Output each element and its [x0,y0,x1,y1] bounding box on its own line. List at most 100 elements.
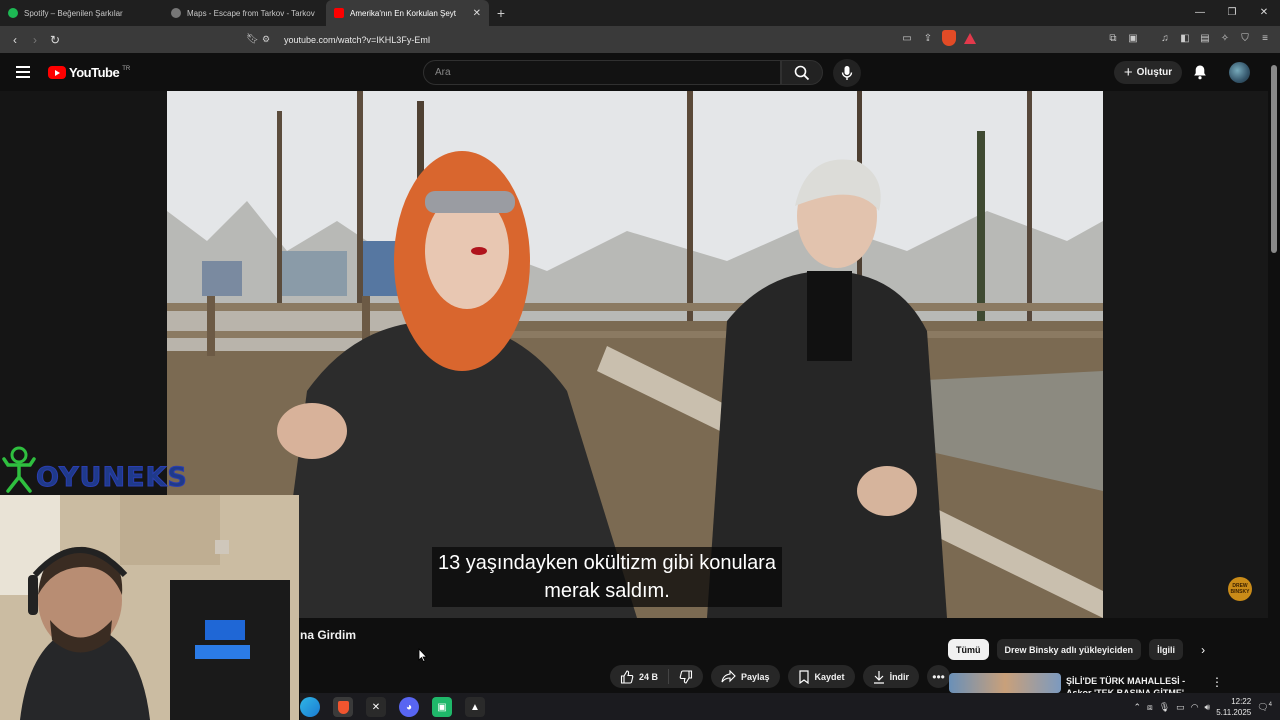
notifications-button[interactable] [1192,64,1208,85]
create-button[interactable]: + Oluştur [1114,61,1182,84]
dislike-button[interactable] [669,665,703,688]
more-horizontal-icon: ••• [932,669,945,684]
channel-watermark[interactable]: DREW BINSKY [1228,577,1252,601]
search-button[interactable] [781,60,823,85]
edge-icon[interactable] [300,697,320,717]
more-vertical-icon[interactable]: ⋮ [1211,675,1223,689]
youtube-header: YouTube TR Ara + Oluştur [0,53,1268,91]
plus-icon: + [1123,64,1133,81]
chat-app-icon[interactable]: ▣ [432,697,452,717]
thumbs-up-icon [620,669,634,684]
sidebar-icon[interactable]: ◧ [1178,31,1192,45]
streamer-logo: OYUNEKS [2,445,188,494]
video-frame-image [167,91,1103,618]
download-label: İndir [889,671,910,682]
minimize-button[interactable]: — [1184,0,1216,26]
share-arrow-icon [721,670,736,683]
share-label: Paylaş [741,671,770,682]
tab-youtube-video[interactable]: Amerika'nın En Korkulan Şeyt ✕ [326,0,489,26]
recommended-title-line: ŞİLİ'DE TÜRK MAHALLESİ - [1066,676,1186,686]
chevron-right-icon[interactable]: › [1201,643,1205,657]
subtitle-line: 13 yaşındayken okültizm gibi konulara [438,552,776,574]
site-settings-icon[interactable]: ⚙ [262,34,280,45]
chip-all[interactable]: Tümü [948,639,989,660]
like-button[interactable]: 24 B [610,665,668,688]
screen: Spotify – Beğenilen Şarkılar Maps - Esca… [0,0,1280,720]
discord-icon[interactable]: ◕ [399,697,419,717]
webcam-overlay [0,495,299,720]
extensions-icon[interactable]: ⧉ [1106,31,1120,45]
share-button[interactable]: Paylaş [711,665,780,688]
chevron-up-icon[interactable]: ⌃ [1133,702,1141,713]
menu-icon[interactable]: ≡ [1258,31,1272,45]
clock-date: 5.11.2025 [1216,708,1252,717]
leo-ai-icon[interactable]: ✧ [1218,31,1232,45]
close-window-button[interactable]: ✕ [1248,0,1280,26]
thumbs-down-icon [679,669,693,684]
wifi-icon[interactable]: ◠ [1191,702,1199,713]
tab-tarkov-maps[interactable]: Maps - Escape from Tarkov - Tarkov [163,0,326,26]
back-icon[interactable]: ‹ [5,33,25,47]
url-field[interactable]: 🔖︎ ⚙ youtube.com/watch?v=IKHL3Fy-EmI [246,29,996,50]
voice-search-button[interactable] [833,59,861,87]
brave-icon[interactable] [333,697,353,717]
reload-icon[interactable]: ↻ [45,33,65,47]
close-tab-icon[interactable]: ✕ [473,8,481,19]
stickman-logo-icon [2,446,36,493]
video-actions: 24 B Paylaş Kaydet İndir ••• [610,665,951,688]
tab-spotify[interactable]: Spotify – Beğenilen Şarkılar [0,0,163,26]
clock[interactable]: 12:22 5.11.2025 [1216,696,1251,718]
new-tab-button[interactable]: + [489,5,513,21]
notification-count: 4 [1268,701,1272,708]
window-controls: — ❐ ✕ [1184,0,1280,26]
cast-icon[interactable]: ▭ [900,31,914,45]
microphone-tray-icon[interactable]: 🎙︎ [1159,702,1170,713]
volume-icon[interactable]: 🔊︎ [1205,702,1211,713]
region-label: TR [122,65,131,72]
youtube-logo[interactable]: YouTube TR [48,65,130,80]
related-filter-chips: Tümü Drew Binsky adlı yükleyiciden İlgil… [948,639,1205,660]
notifications-tray-icon[interactable]: 🗨︎4 [1257,702,1272,713]
chip-related[interactable]: İlgili [1149,639,1184,660]
page-scrollbar[interactable] [1268,53,1280,693]
search-input[interactable]: Ara [423,60,781,85]
bookmark-icon[interactable]: 🔖︎ [246,34,262,45]
like-count: 24 B [639,671,659,682]
guide-menu-icon[interactable] [16,66,30,78]
more-actions-button[interactable]: ••• [927,665,951,688]
streamer-brand-text: OYUNEKS [36,462,188,494]
spotify-icon [8,8,18,18]
display-icon[interactable]: ▭ [1176,702,1185,713]
save-button[interactable]: Kaydet [787,665,855,688]
watch-metadata: na Girdim 24 B Paylaş Kaydet İndir ••• T… [300,618,1268,698]
subtitle-line: merak saldım. [544,580,670,602]
forward-icon[interactable]: › [25,33,45,47]
bookmark-save-icon [798,669,809,684]
screenshot-icon[interactable]: ▣ [1126,31,1140,45]
url-text: youtube.com/watch?v=IKHL3Fy-EmI [284,34,431,45]
account-avatar[interactable] [1229,62,1250,83]
create-label: Oluştur [1136,67,1173,78]
scrollbar-thumb[interactable] [1271,65,1277,253]
app-x-icon[interactable]: ✕ [366,697,386,717]
taskbar: ✕ ◕ ▣ ▲ ⌃ ⧈ 🎙︎ ▭ ◠ 🔊︎ 12:22 5.11.2025 🗨︎… [300,693,1280,720]
brave-rewards-icon[interactable] [963,31,977,45]
network-app-icon[interactable]: ⧈ [1147,702,1153,713]
recommended-thumbnail[interactable] [949,673,1061,693]
youtube-icon [334,8,344,18]
download-button[interactable]: İndir [862,665,920,688]
brave-shields-icon[interactable] [942,30,956,46]
game-launcher-icon[interactable]: ▲ [465,697,485,717]
webcam-image [0,495,299,720]
video-player[interactable]: 13 yaşındayken okültizm gibi konulara me… [167,91,1103,618]
taskbar-apps: ✕ ◕ ▣ ▲ [300,697,485,717]
globe-icon [171,8,181,18]
restore-button[interactable]: ❐ [1216,0,1248,26]
wallet-icon[interactable]: ▤ [1198,31,1212,45]
chip-from-uploader[interactable]: Drew Binsky adlı yükleyiciden [996,639,1142,660]
vpn-icon[interactable]: ⛉ [1238,31,1252,45]
music-icon[interactable]: ♫ [1158,31,1172,45]
share-icon[interactable]: ⇪ [921,31,935,45]
browser-tab-strip: Spotify – Beğenilen Şarkılar Maps - Esca… [0,0,1280,26]
youtube-play-icon [48,66,66,79]
